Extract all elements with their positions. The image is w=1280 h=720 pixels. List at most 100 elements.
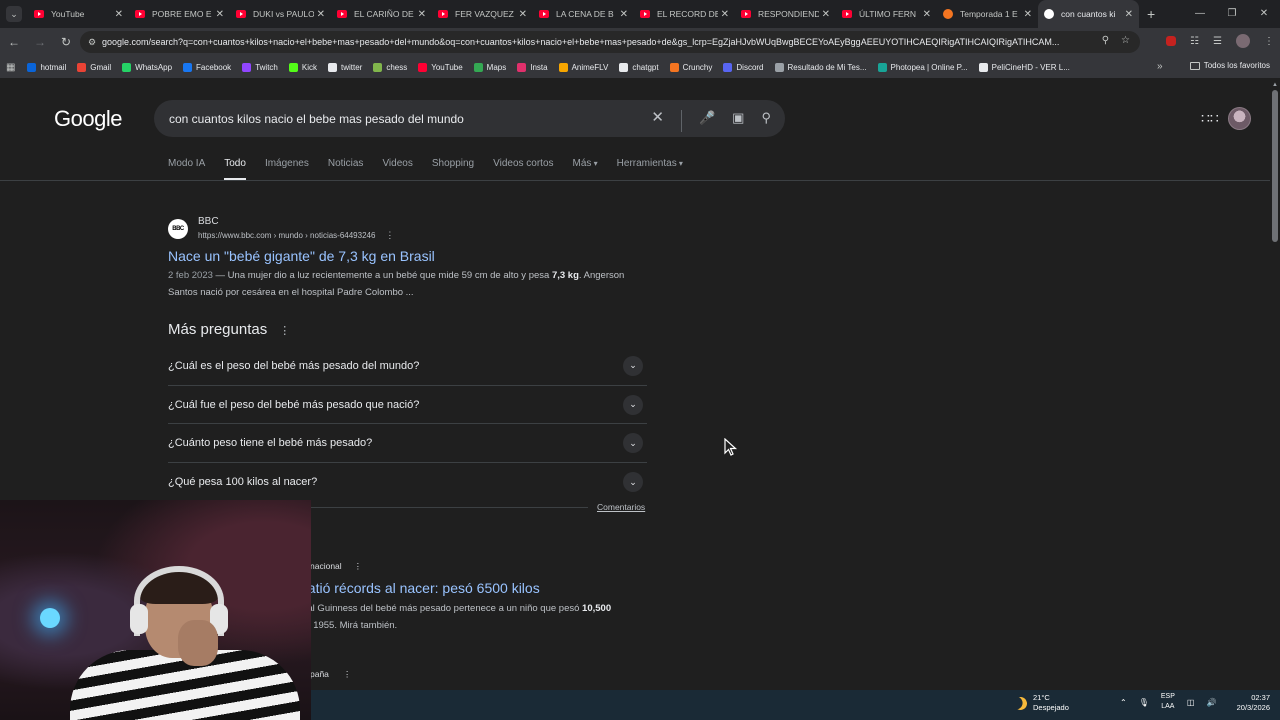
- back-arrow-icon[interactable]: ←: [2, 35, 26, 49]
- more-bookmarks-icon[interactable]: »: [1157, 61, 1163, 72]
- result-options-icon[interactable]: ⋮: [343, 669, 352, 679]
- network-icon[interactable]: ◫: [1187, 698, 1195, 707]
- extensions-puzzle-icon[interactable]: ☷: [1190, 36, 1199, 47]
- search-icon[interactable]: ⚲: [761, 110, 771, 132]
- paa-options-icon[interactable]: ⋮: [279, 325, 290, 337]
- result-title-link[interactable]: Nace un "bebé gigante" de 7,3 kg en Bras…: [168, 248, 648, 264]
- bookmark-item[interactable]: Kick: [288, 62, 317, 72]
- microphone-icon[interactable]: 🎙: [1139, 698, 1149, 707]
- close-tab-icon[interactable]: ✕: [418, 9, 426, 20]
- search-input[interactable]: con cuantos kilos nacio el bebe mas pesa…: [169, 112, 659, 126]
- site-info-icon[interactable]: ⚙: [88, 37, 102, 48]
- result-site-name[interactable]: paña ⋮: [310, 669, 351, 680]
- search-tab[interactable]: Modo IA: [168, 158, 205, 181]
- apps-grid-icon[interactable]: ▦: [6, 62, 15, 73]
- chevron-down-icon[interactable]: ⌄: [623, 394, 643, 415]
- browser-menu-icon[interactable]: ⋮: [1264, 36, 1274, 47]
- media-controls-icon[interactable]: ☰: [1213, 36, 1222, 47]
- search-tab[interactable]: Todo: [224, 158, 246, 181]
- close-tab-icon[interactable]: ✕: [923, 9, 931, 20]
- close-tab-icon[interactable]: ✕: [216, 9, 224, 20]
- close-tab-icon[interactable]: ✕: [721, 9, 729, 20]
- result-site-name[interactable]: BBC: [198, 216, 394, 227]
- bookmark-item[interactable]: hotmail: [27, 62, 66, 72]
- search-tab[interactable]: Videos: [382, 158, 412, 181]
- weather-widget[interactable]: 21°C Despejado: [1014, 693, 1069, 713]
- browser-tab[interactable]: EL RECORD DE ✕: [634, 0, 735, 28]
- chevron-down-icon[interactable]: ⌄: [623, 472, 643, 493]
- reload-icon[interactable]: ↻: [54, 35, 78, 49]
- google-apps-icon[interactable]: ∷∷: [1201, 110, 1219, 127]
- bookmark-item[interactable]: Insta: [517, 62, 548, 72]
- close-tab-icon[interactable]: ✕: [822, 9, 830, 20]
- page-scrollbar[interactable]: ▲: [1270, 80, 1280, 690]
- paa-question[interactable]: ¿Cuánto peso tiene el bebé más pesado? ⌄: [168, 424, 647, 464]
- bookmark-star-icon[interactable]: ☆: [1121, 35, 1130, 46]
- browser-tab[interactable]: LA CENA DE B ✕: [533, 0, 634, 28]
- browser-tab[interactable]: Temporada 1 E ✕: [937, 0, 1038, 28]
- minimize-icon[interactable]: —: [1184, 0, 1216, 28]
- forward-arrow-icon[interactable]: →: [28, 35, 52, 49]
- close-tab-icon[interactable]: ✕: [620, 9, 628, 20]
- bookmark-item[interactable]: chess: [373, 62, 407, 72]
- chevron-down-icon[interactable]: ⌄: [623, 355, 643, 376]
- address-url[interactable]: google.com/search?q=con+cuantos+kilos+na…: [102, 37, 1087, 47]
- search-tab[interactable]: Videos cortos: [493, 158, 553, 181]
- close-tab-icon[interactable]: ✕: [519, 9, 527, 20]
- paa-question[interactable]: ¿Qué pesa 100 kilos al nacer? ⌄: [168, 463, 647, 502]
- search-tab[interactable]: Herramientas: [617, 158, 683, 181]
- browser-tab[interactable]: DUKI vs PAULO ✕: [230, 0, 331, 28]
- scroll-up-icon[interactable]: ▲: [1272, 82, 1278, 88]
- search-tab[interactable]: Noticias: [328, 158, 364, 181]
- chevron-up-icon[interactable]: ⌃: [1120, 698, 1127, 707]
- clear-icon[interactable]: ✕: [651, 108, 664, 132]
- taskbar-clock[interactable]: 02:37 20/3/2026: [1237, 693, 1270, 713]
- bookmark-item[interactable]: Facebook: [183, 62, 231, 72]
- restore-icon[interactable]: ❐: [1216, 0, 1248, 28]
- result-url[interactable]: https://www.bbc.com › mundo › noticias-6…: [198, 230, 394, 241]
- camera-lens-icon[interactable]: ▣: [732, 110, 744, 132]
- google-logo[interactable]: Google: [54, 106, 122, 132]
- bookmark-item[interactable]: AnimeFLV: [558, 62, 608, 72]
- bookmark-item[interactable]: PeliCineHD - VER L...: [978, 62, 1070, 72]
- browser-tab[interactable]: POBRE EMO E ✕: [129, 0, 230, 28]
- bookmark-item[interactable]: WhatsApp: [122, 62, 172, 72]
- bookmark-item[interactable]: Discord: [723, 62, 764, 72]
- bookmark-item[interactable]: Photopea | Online P...: [877, 62, 968, 72]
- browser-tab[interactable]: con cuantos ki ✕: [1038, 0, 1139, 28]
- browser-tab[interactable]: YouTube ✕: [28, 0, 129, 28]
- search-tab[interactable]: Shopping: [432, 158, 474, 181]
- search-box[interactable]: con cuantos kilos nacio el bebe mas pesa…: [154, 100, 785, 137]
- search-tab[interactable]: Imágenes: [265, 158, 309, 181]
- bookmark-item[interactable]: Twitch: [242, 62, 278, 72]
- browser-tab[interactable]: ÚLTIMO FERN ✕: [836, 0, 937, 28]
- search-tab[interactable]: Más: [573, 158, 598, 181]
- new-tab-button[interactable]: +: [1147, 6, 1155, 22]
- language-indicator[interactable]: ESP LAA: [1161, 692, 1175, 712]
- browser-tab[interactable]: EL CARIÑO DE ✕: [331, 0, 432, 28]
- bookmark-item[interactable]: Crunchy: [669, 62, 712, 72]
- browser-tab[interactable]: RESPONDIEND ✕: [735, 0, 836, 28]
- result-title-link[interactable]: batió récords al nacer: pesó 6500 kilos: [300, 580, 660, 596]
- bookmark-item[interactable]: YouTube: [418, 62, 463, 72]
- bookmark-item[interactable]: Resultado de Mi Tes...: [774, 62, 867, 72]
- chevron-down-icon[interactable]: ⌄: [623, 433, 643, 454]
- paa-question[interactable]: ¿Cuál fue el peso del bebé más pesado qu…: [168, 386, 647, 425]
- close-tab-icon[interactable]: ✕: [1125, 9, 1133, 20]
- close-window-icon[interactable]: ✕: [1248, 0, 1280, 28]
- profile-avatar-icon[interactable]: [1236, 34, 1250, 48]
- result-options-icon[interactable]: ⋮: [385, 230, 394, 240]
- microphone-icon[interactable]: 🎤: [699, 110, 715, 132]
- close-tab-icon[interactable]: ✕: [115, 9, 123, 20]
- close-tab-icon[interactable]: ✕: [1024, 9, 1032, 20]
- bookmark-item[interactable]: twitter: [327, 62, 362, 72]
- close-tab-icon[interactable]: ✕: [317, 9, 325, 20]
- result-site-name[interactable]: nacional ⋮: [300, 561, 660, 572]
- scroll-thumb[interactable]: [1272, 90, 1278, 242]
- browser-tab[interactable]: FER VAZQUEZ ✕: [432, 0, 533, 28]
- tab-search-button[interactable]: ⌄: [6, 6, 22, 22]
- all-bookmarks-button[interactable]: Todos los favoritos: [1189, 61, 1270, 70]
- feedback-link[interactable]: Comentarios: [597, 502, 645, 512]
- result-options-icon[interactable]: ⋮: [354, 561, 363, 571]
- address-bar[interactable]: ⚙ google.com/search?q=con+cuantos+kilos+…: [80, 31, 1140, 53]
